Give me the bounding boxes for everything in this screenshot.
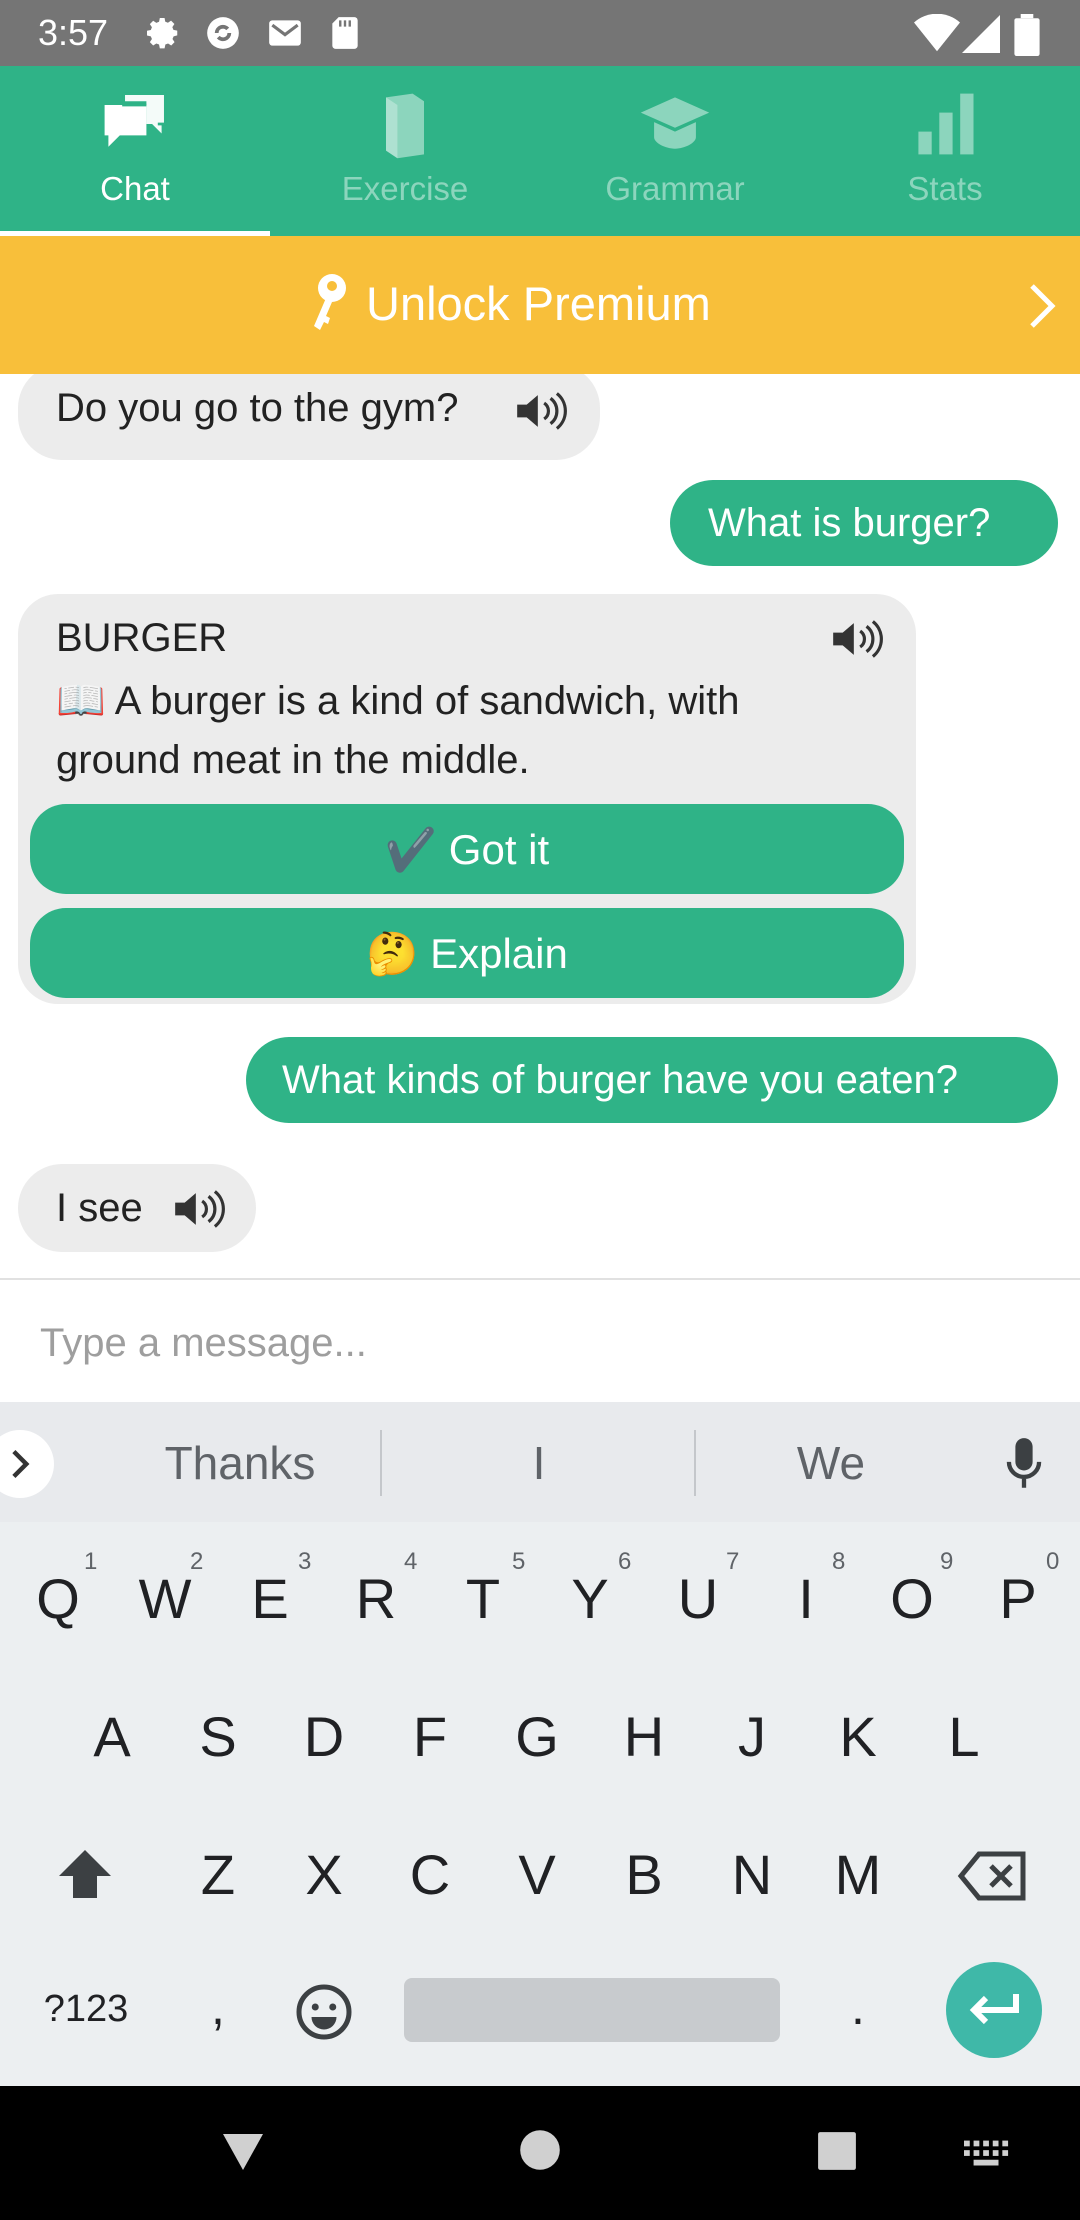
key-hint: 6 [618,1548,632,1575]
tab-label: Stats [907,170,983,207]
suggestion-item[interactable]: We [700,1436,962,1490]
message-text: What is burger? [708,501,991,545]
key-hint: 9 [940,1548,954,1575]
enter-icon [969,1994,1019,2025]
explain-button[interactable]: 🤔 Explain [30,908,904,998]
premium-label: Unlock Premium [366,277,711,330]
key-n[interactable]: N [712,1842,792,1907]
card-title: BURGER [56,616,228,660]
tab-grammar[interactable]: Grammar [540,66,810,236]
divider [694,1430,696,1496]
key-h[interactable]: H [604,1704,684,1769]
button-label: 🤔 Explain [366,930,568,977]
sync-icon [207,17,239,49]
key-k[interactable]: K [818,1704,898,1769]
gmail-icon [269,20,301,46]
key-v[interactable]: V [497,1842,577,1907]
key-hint: 1 [84,1548,98,1575]
card-definition-line2: ground meat in the middle. [56,738,530,782]
symbols-key[interactable]: ?123 [36,1988,136,2031]
key-x[interactable]: X [284,1842,364,1907]
key-g[interactable]: G [497,1704,577,1769]
settings-icon [147,17,178,49]
home-icon[interactable] [518,2128,562,2172]
tab-exercise[interactable]: Exercise [270,66,540,236]
key-b[interactable]: B [604,1842,684,1907]
key-l[interactable]: L [924,1704,1004,1769]
divider [380,1430,382,1496]
spacebar[interactable] [404,1978,780,2042]
period-key[interactable]: . [818,1978,898,2036]
key-t[interactable]: T [443,1566,523,1631]
key-hint: 5 [512,1548,526,1575]
message-text: I see [56,1186,143,1230]
message-text: What kinds of burger have you eaten? [282,1058,958,1102]
outgoing-message: What kinds of burger have you eaten? [246,1037,1058,1123]
incoming-message: I see [18,1164,256,1252]
back-icon[interactable] [218,2130,268,2174]
key-f[interactable]: F [390,1704,470,1769]
tab-bar: Chat Exercise Grammar Stats [0,66,1080,236]
book-icon [386,93,424,159]
key-s[interactable]: S [178,1704,258,1769]
navigation-bar [0,2086,1080,2220]
speaker-icon[interactable] [172,1188,226,1230]
key-hint: 2 [190,1548,204,1575]
shift-icon[interactable] [54,1846,116,1902]
key-a[interactable]: A [72,1704,152,1769]
suggestion-item[interactable]: Thanks [90,1436,390,1490]
key-hint: 0 [1046,1548,1060,1575]
tab-label: Chat [100,170,170,207]
unlock-premium-banner[interactable]: Unlock Premium [0,236,1080,374]
suggestion-item[interactable]: I [386,1436,692,1490]
incoming-message: Do you go to the gym? [18,374,600,460]
battery-icon [1014,14,1040,56]
status-time: 3:57 [38,12,109,53]
key-hint: 4 [404,1548,418,1575]
keyboard-switch-icon[interactable] [964,2140,1010,2168]
key-icon [314,274,346,330]
chat-area[interactable]: Do you go to the gym? What is burger? BU… [0,374,1080,1278]
card-definition-line1: 📖 A burger is a kind of sandwich, with [56,679,740,723]
speaker-icon[interactable] [514,390,568,432]
chevron-right-icon [1030,284,1056,328]
key-c[interactable]: C [390,1842,470,1907]
microphone-icon[interactable] [1002,1436,1046,1492]
key-hint: 3 [298,1548,312,1575]
definition-card: BURGER 📖 A burger is a kind of sandwich,… [18,594,916,1004]
key-j[interactable]: J [712,1704,792,1769]
backspace-icon[interactable] [956,1850,1030,1902]
comma-key[interactable]: , [178,1978,258,2036]
message-input-bar [0,1278,1080,1404]
tab-label: Exercise [341,170,469,207]
status-bar: 3:57 [0,0,1080,66]
sd-card-icon [332,17,358,49]
enter-button[interactable] [946,1962,1042,2058]
tab-stats[interactable]: Stats [810,66,1080,236]
suggestion-strip: Thanks I We [0,1402,1080,1522]
key-m[interactable]: M [818,1842,898,1907]
key-hint: 7 [726,1548,740,1575]
bar-chart-icon [918,93,974,155]
signal-icon [962,15,1000,53]
button-label: ✔️ Got it [384,826,550,873]
speaker-icon[interactable] [830,618,884,660]
emoji-icon[interactable] [294,1982,354,2042]
key-d[interactable]: D [284,1704,364,1769]
message-input[interactable] [38,1302,1042,1384]
key-hint: 8 [832,1548,846,1575]
tab-chat[interactable]: Chat [0,66,270,236]
recents-icon[interactable] [816,2130,858,2172]
chevron-right-icon [12,1449,30,1479]
tab-label: Grammar [605,170,745,207]
graduation-cap-icon [640,97,710,149]
got-it-button[interactable]: ✔️ Got it [30,804,904,894]
key-z[interactable]: Z [178,1842,258,1907]
expand-toolbar-button[interactable] [0,1430,54,1498]
outgoing-message: What is burger? [670,480,1058,566]
chat-icon [104,92,167,147]
wifi-icon [914,14,960,52]
message-text: Do you go to the gym? [56,386,459,430]
